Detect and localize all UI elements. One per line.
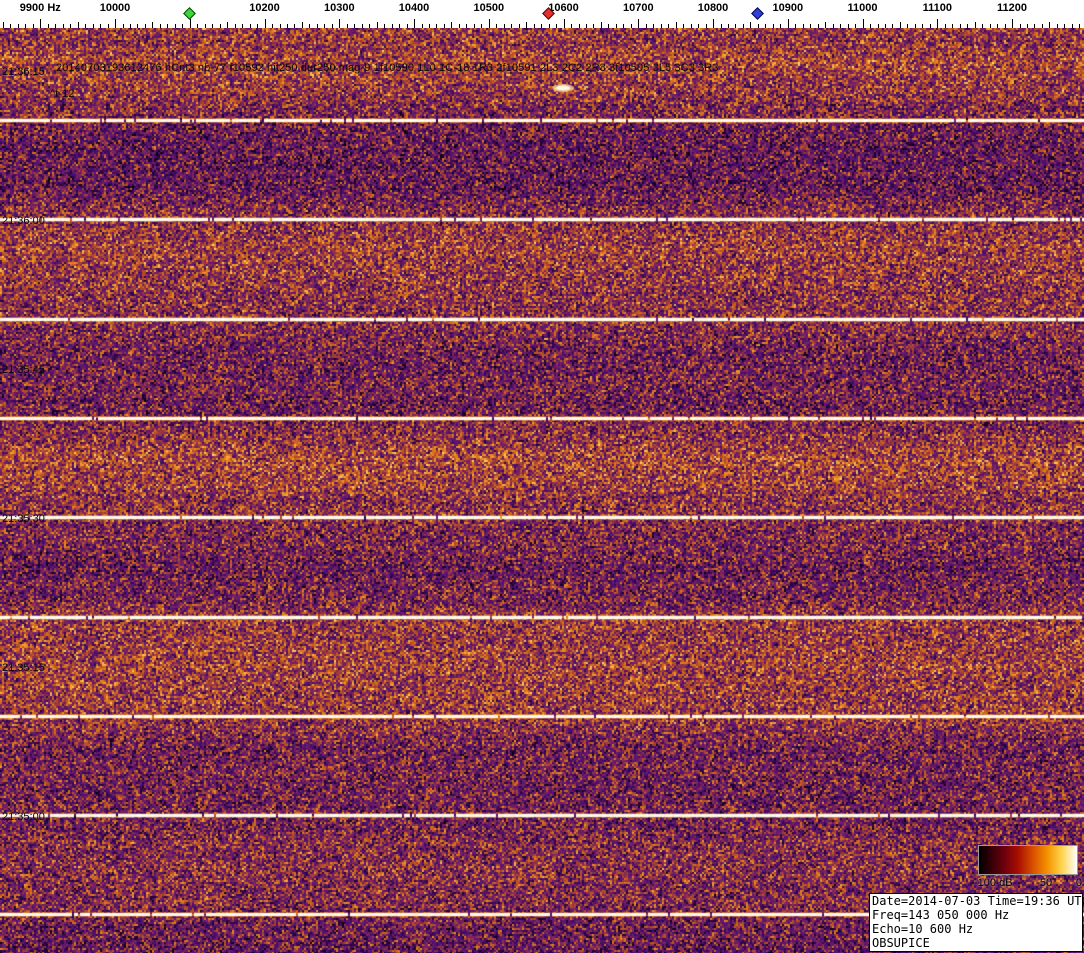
ruler-tick (787, 19, 789, 28)
ruler-tick (937, 19, 939, 28)
time-label: 21:35:30 (2, 513, 45, 525)
ruler-tick (115, 19, 116, 28)
info-line: Echo=10 600 Hz (872, 922, 974, 936)
ruler-label: 10900 (772, 2, 804, 14)
ruler-label: 10300 (324, 2, 355, 14)
time-label: 21:35:00 (2, 811, 45, 823)
ruler-label: 10200 (249, 2, 280, 14)
ruler-tick (488, 19, 490, 28)
ruler-label: 9900 Hz (19, 2, 61, 14)
info-line: Freq=143 050 000 Hz (872, 908, 1010, 922)
colorbar-max-label: 0 (1075, 877, 1082, 889)
waterfall-app: 9900 Hz 10000 10200 10300 10400 10500 10600 107… (0, 0, 1084, 953)
ruler-label: 10000 (99, 2, 131, 14)
colorbar-labels: -100 dB -50 0 (974, 877, 1082, 889)
echo-marker-text: ^t-12 (50, 88, 75, 100)
ruler-tick (264, 19, 266, 28)
ruler-tick (1012, 19, 1013, 28)
time-label: 21:36:15 (2, 66, 45, 78)
time-label: 21:35:15 (2, 662, 45, 674)
colorbar-gradient[interactable] (978, 845, 1078, 875)
ruler-label: 11000 (847, 2, 878, 14)
ruler-tick (862, 19, 864, 28)
ruler-label: 10700 (623, 2, 654, 14)
colorbar: -100 dB -50 0 (974, 845, 1082, 891)
detection-overlay-text: 20140703193612476 hCnt3 nb-77 f10592 hit… (56, 62, 719, 74)
ruler-tick (563, 19, 565, 28)
ruler-label: 10800 (697, 2, 729, 14)
ruler-label: 10500 (473, 2, 505, 14)
time-label: 21:35:45 (2, 364, 45, 376)
ruler-label: 10400 (398, 2, 430, 14)
ruler-tick (713, 19, 714, 28)
freq-marker-green[interactable] (183, 7, 197, 20)
info-line: OBSUPICE (872, 936, 930, 950)
ruler-label: 11100 (922, 2, 952, 14)
info-box: Date=2014-07-03 Time=19:36 UTC Freq=143 0… (869, 893, 1084, 952)
spectrogram-canvas[interactable] (0, 28, 1084, 953)
info-line: Date=2014-07-03 Time=19:36 UTC (872, 894, 1084, 908)
colorbar-mid-label: -50 (1036, 877, 1053, 889)
time-label: 21:36:00 (2, 215, 45, 227)
ruler-tick (339, 19, 341, 28)
waterfall-display: 20140703193612476 hCnt3 nb-77 f10592 hit… (0, 28, 1084, 953)
ruler-tick (40, 19, 42, 28)
ruler-tick (638, 19, 640, 28)
ruler-label: 11200 (997, 2, 1027, 14)
colorbar-min-label: -100 dB (974, 877, 1013, 889)
ruler-tick (414, 19, 415, 28)
ruler-tick (189, 19, 191, 28)
freq-marker-blue[interactable] (751, 7, 765, 20)
frequency-ruler[interactable]: 9900 Hz 10000 10200 10300 10400 10500 10600 107… (0, 0, 1084, 28)
